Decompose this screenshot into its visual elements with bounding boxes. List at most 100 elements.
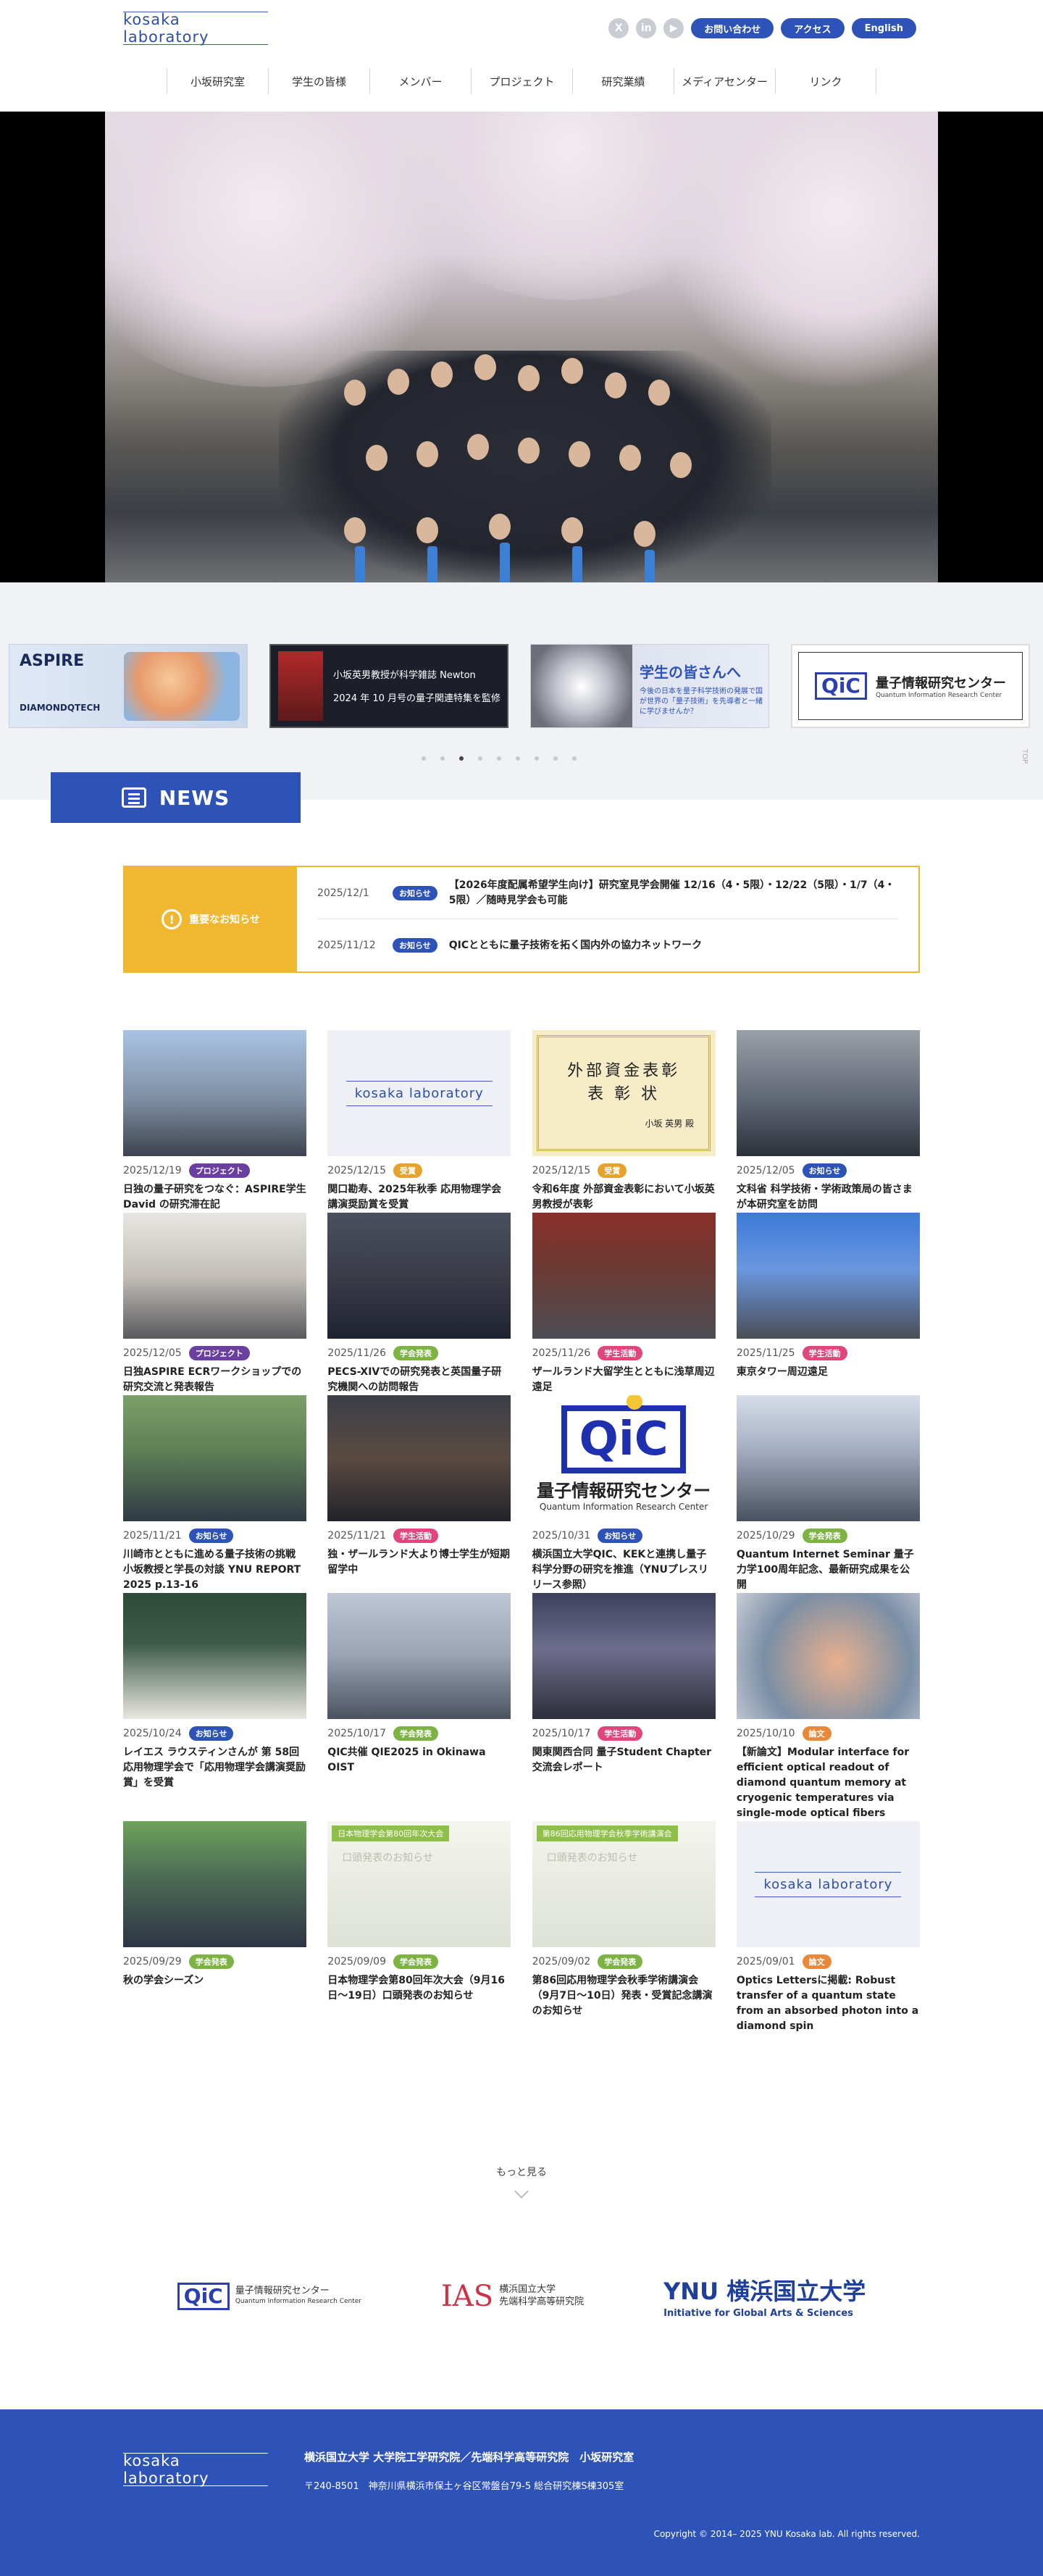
news-title[interactable]: Optics Lettersに掲載: Robust transfer of a … — [737, 1973, 920, 2034]
page-top-link[interactable]: TOP — [1021, 749, 1029, 764]
news-category-badge: 学会発表 — [598, 1954, 643, 1969]
nav-item-projects[interactable]: プロジェクト — [471, 68, 572, 94]
carousel-dot-active[interactable] — [459, 756, 464, 761]
news-title[interactable]: 文科省 科学技術・学術政策局の皆さまが本研究室を訪問 — [737, 1182, 920, 1213]
news-card[interactable]: 2025/12/19 プロジェクト 日独の量子研究をつなぐ：ASPIRE学生 Dav… — [123, 1030, 306, 1213]
news-title[interactable]: 第86回応用物理学会秋季学術講演会（9月7日〜10日）発表・受賞記念講演のお知ら… — [532, 1973, 716, 2019]
carousel-dot[interactable] — [516, 756, 520, 761]
carousel-dot[interactable] — [422, 756, 426, 761]
english-button[interactable]: English — [851, 18, 916, 38]
news-date: 2025/12/15 — [532, 1165, 591, 1176]
carousel-dot[interactable] — [497, 756, 501, 761]
notice-date: 2025/12/1 — [317, 887, 369, 899]
newspaper-icon — [121, 787, 146, 808]
carousel-dot[interactable] — [572, 756, 577, 761]
news-title[interactable]: QIC共催 QIE2025 in Okinawa OIST — [327, 1745, 511, 1776]
cert-sub: 表 彰 状 — [587, 1084, 661, 1103]
news-thumbnail — [532, 1213, 716, 1339]
news-card[interactable]: 日本物理学会第80回年次大会 口頭発表のお知らせ 2025/09/09 学会発表 日本物… — [327, 1821, 511, 2034]
ias-logo-icon: IAS — [441, 2279, 494, 2313]
news-card[interactable]: 外部資金表彰表 彰 状小坂 英男 殿 2025/12/15 受賞 令和6年度 外部資金… — [532, 1030, 716, 1213]
news-card[interactable]: 2025/11/26 学会発表 PECS-XIVでの研究発表と英国量子研究機関への訪… — [327, 1213, 511, 1395]
news-title[interactable]: レイエス ラウスティンさんが 第 58回応用物理学会で「応用物理学会講演奨励賞」… — [123, 1745, 306, 1791]
news-title[interactable]: 横浜国立大学QIC、KEKと連携し量子科学分野の研究を推進（YNUプレスリリース… — [532, 1547, 716, 1593]
news-card[interactable]: 2025/11/21 お知らせ 川崎市とともに進める量子技術の挑戦 小坂教授と学長の… — [123, 1395, 306, 1593]
linkedin-icon[interactable]: in — [636, 18, 657, 38]
nav-item-students[interactable]: 学生の皆様 — [268, 68, 369, 94]
nav-item-links[interactable]: リンク — [775, 68, 876, 94]
partner-ias[interactable]: IAS 横浜国立大学 先端科学高等研究院 — [441, 2280, 584, 2313]
banner-qic[interactable]: QiC 量子情報研究センター Quantum Information Resea… — [791, 644, 1030, 728]
x-icon[interactable]: X — [608, 18, 629, 38]
site-footer: kosaka laboratory 横浜国立大学 大学院工学研究院／先端科学高等… — [0, 2409, 1043, 2576]
news-thumbnail — [736, 1593, 920, 1719]
news-title[interactable]: Quantum Internet Seminar 量子力学100周年記念、最新研… — [737, 1547, 920, 1593]
news-date: 2025/11/21 — [327, 1530, 386, 1542]
news-card[interactable]: 2025/12/05 お知らせ 文科省 科学技術・学術政策局の皆さまが本研究室を訪問 — [736, 1030, 920, 1213]
news-title[interactable]: 関東関西合同 量子Student Chapter 交流会レポート — [532, 1745, 716, 1776]
news-category-badge: 学会発表 — [188, 1954, 234, 1969]
news-card[interactable]: QiC 量子情報研究センター Quantum Information Researc… — [532, 1395, 716, 1593]
site-logo-text: kosaka laboratory — [123, 11, 209, 46]
news-date: 2025/09/02 — [532, 1956, 591, 1967]
banner-students-title: 学生の皆さんへ — [640, 664, 741, 681]
news-card[interactable]: 2025/11/26 学生活動 ザールランド大留学生とともに浅草周辺遠足 — [532, 1213, 716, 1395]
nav-item-media[interactable]: メディアセンター — [674, 68, 775, 94]
carousel-dot[interactable] — [478, 756, 482, 761]
news-card[interactable]: 2025/09/29 学会発表 秋の学会シーズン — [123, 1821, 306, 2034]
news-card[interactable]: kosaka laboratory 2025/09/01 論文 Optics Lett… — [736, 1821, 920, 2034]
news-card[interactable]: 第86回応用物理学会秋季学術講演会 口頭発表のお知らせ 2025/09/02 学会発表… — [532, 1821, 716, 2034]
news-title[interactable]: ザールランド大留学生とともに浅草周辺遠足 — [532, 1365, 716, 1395]
news-date: 2025/10/29 — [736, 1530, 795, 1542]
news-card[interactable]: 2025/10/17 学会発表 QIC共催 QIE2025 in Okinawa O… — [327, 1593, 511, 1821]
notice-item[interactable]: 2025/11/12 お知らせ QICとともに量子技術を拓く国内外の協力ネットワ… — [317, 919, 898, 971]
news-thumbnail — [123, 1593, 306, 1719]
notice-item[interactable]: 2025/12/1 お知らせ 【2026年度配属希望学生向け】研究室見学会開催 … — [317, 867, 898, 919]
partner-qic[interactable]: QiC 量子情報研究センター Quantum Information Resea… — [177, 2282, 361, 2310]
news-card[interactable]: 2025/12/05 プロジェクト 日独ASPIRE ECRワークショップでの研究交… — [123, 1213, 306, 1395]
banner-newton[interactable]: 小坂英男教授が科学雑誌 Newton 2024 年 10 月号の量子関連特集を監… — [269, 644, 508, 728]
news-thumbnail — [123, 1213, 306, 1339]
news-title[interactable]: 東京タワー周辺遠足 — [737, 1365, 920, 1380]
news-title[interactable]: 日独の量子研究をつなぐ：ASPIRE学生 David の研究滞在記 — [123, 1182, 306, 1213]
site-logo[interactable]: kosaka laboratory — [123, 11, 268, 46]
news-thumbnail — [736, 1213, 920, 1339]
news-card[interactable]: 2025/11/21 学生活動 独・ザールランド大より博士学生が短期留学中 — [327, 1395, 511, 1593]
news-card[interactable]: 2025/11/25 学生活動 東京タワー周辺遠足 — [736, 1213, 920, 1395]
carousel-dot[interactable] — [553, 756, 558, 761]
news-title[interactable]: 日本物理学会第80回年次大会（9月16日〜19日）口頭発表のお知らせ — [327, 1973, 511, 2004]
site-header: kosaka laboratory X in ▶ お問い合わせ アクセス Eng… — [0, 0, 1043, 51]
news-thumbnail — [327, 1213, 511, 1339]
news-thumbnail: kosaka laboratory — [736, 1821, 920, 1947]
banner-students[interactable]: 学生の皆さんへ 今後の日本を量子科学技術の発展で国が世界の「量子技術」を先導者と… — [530, 644, 769, 728]
news-title[interactable]: 【新論文】Modular interface for efficient opt… — [737, 1745, 920, 1821]
footer-logo[interactable]: kosaka laboratory — [123, 2452, 268, 2487]
carousel-dot[interactable] — [440, 756, 445, 761]
news-category-badge: お知らせ — [802, 1163, 847, 1178]
news-title[interactable]: 秋の学会シーズン — [123, 1973, 306, 1989]
banner-aspire-sub: DIAMONDQTECH — [20, 703, 101, 713]
contact-button[interactable]: お問い合わせ — [691, 18, 774, 38]
news-title[interactable]: 日独ASPIRE ECRワークショップでの研究交流と発表報告 — [123, 1365, 306, 1395]
nav-item-lab[interactable]: 小坂研究室 — [167, 68, 268, 94]
hero — [0, 112, 1043, 582]
partner-ynu[interactable]: YNU 横浜国立大学 Initiative for Global Arts & … — [663, 2273, 866, 2319]
nav-item-publications[interactable]: 研究業績 — [572, 68, 674, 94]
news-card[interactable]: kosaka laboratory 2025/12/15 受賞 関口勘寿、2025年秋… — [327, 1030, 511, 1213]
news-title[interactable]: 関口勘寿、2025年秋季 応用物理学会講演奨励賞を受賞 — [327, 1182, 511, 1213]
news-card[interactable]: 2025/10/17 学生活動 関東関西合同 量子Student Chapter 交… — [532, 1593, 716, 1821]
lab-logo: kosaka laboratory — [345, 1080, 493, 1106]
nav-item-members[interactable]: メンバー — [369, 68, 471, 94]
news-title[interactable]: 独・ザールランド大より博士学生が短期留学中 — [327, 1547, 511, 1578]
news-title[interactable]: PECS-XIVでの研究発表と英国量子研究機関への訪問報告 — [327, 1365, 511, 1395]
news-card[interactable]: 2025/10/29 学会発表 Quantum Internet Seminar 量… — [736, 1395, 920, 1593]
news-card[interactable]: 2025/10/10 論文 【新論文】Modular interface for e… — [736, 1593, 920, 1821]
news-title[interactable]: 令和6年度 外部資金表彰において小坂英男教授が表彰 — [532, 1182, 716, 1213]
banner-aspire[interactable]: ASPIRE DIAMONDQTECH — [9, 644, 248, 728]
news-title[interactable]: 川崎市とともに進める量子技術の挑戦 小坂教授と学長の対談 YNU REPORT … — [123, 1547, 306, 1593]
carousel-dot[interactable] — [535, 756, 539, 761]
youtube-icon[interactable]: ▶ — [663, 18, 684, 38]
more-link[interactable]: もっと見る — [0, 2165, 1043, 2199]
news-card[interactable]: 2025/10/24 お知らせ レイエス ラウスティンさんが 第 58回応用物理学会… — [123, 1593, 306, 1821]
access-button[interactable]: アクセス — [781, 18, 845, 38]
